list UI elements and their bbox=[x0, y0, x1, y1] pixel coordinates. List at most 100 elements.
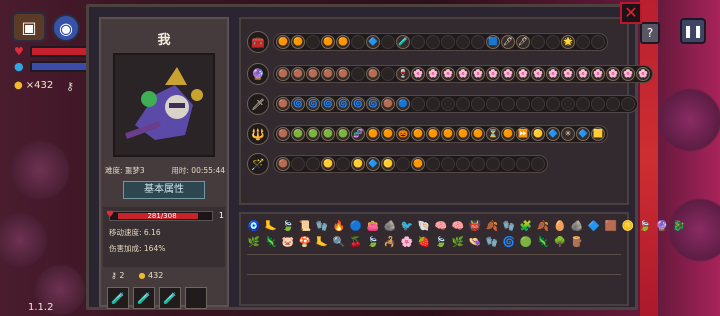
rune-slot[interactable] bbox=[516, 97, 530, 111]
rune-slot[interactable]: 🟤 bbox=[306, 67, 320, 81]
collected-item[interactable]: 🍓 bbox=[417, 236, 431, 250]
collected-item[interactable]: 🍂 bbox=[485, 220, 499, 234]
collected-item[interactable]: 🦶 bbox=[315, 236, 329, 250]
rune-slot[interactable]: 🟦 bbox=[486, 35, 500, 49]
rune-slot[interactable]: 🌀 bbox=[351, 97, 365, 111]
collected-item[interactable]: 🔮 bbox=[655, 220, 669, 234]
rune-slot[interactable]: 🍷 bbox=[396, 67, 410, 81]
rune-slot[interactable] bbox=[471, 35, 485, 49]
rune-slot[interactable] bbox=[411, 97, 425, 111]
rune-slot[interactable] bbox=[441, 97, 455, 111]
weapon-head-slot[interactable]: 🧰 bbox=[247, 31, 269, 53]
weapon-head-slot[interactable]: 🪄 bbox=[247, 153, 269, 175]
collected-item[interactable]: 🍂 bbox=[536, 220, 550, 234]
collected-item[interactable]: 🍃 bbox=[638, 220, 652, 234]
collected-item[interactable]: 🧤 bbox=[315, 220, 329, 234]
weapon-head-slot[interactable]: 🗡 bbox=[247, 93, 269, 115]
rune-slot[interactable]: 🌸 bbox=[531, 67, 545, 81]
rune-slot[interactable]: ✳ bbox=[561, 127, 575, 141]
rune-slot[interactable]: 🟠 bbox=[291, 35, 305, 49]
rune-slot[interactable]: 🌸 bbox=[621, 67, 635, 81]
rune-slot[interactable]: 🟡 bbox=[381, 157, 395, 171]
rune-slot[interactable]: 🟠 bbox=[456, 127, 470, 141]
rune-slot[interactable] bbox=[546, 35, 560, 49]
tab-basic-attributes[interactable]: 基本属性 bbox=[123, 181, 205, 199]
collected-item[interactable]: 🌿 bbox=[451, 236, 465, 250]
inventory-chest-button[interactable]: ▣ bbox=[12, 12, 46, 42]
rune-slot[interactable] bbox=[486, 97, 500, 111]
rune-slot[interactable] bbox=[486, 157, 500, 171]
collected-item[interactable]: 🧠 bbox=[434, 220, 448, 234]
rune-slot[interactable] bbox=[351, 35, 365, 49]
rune-slot[interactable] bbox=[471, 97, 485, 111]
rune-slot[interactable]: 🔵 bbox=[396, 97, 410, 111]
rune-slot[interactable]: 🌀 bbox=[366, 97, 380, 111]
potion-slot[interactable]: 🧪 bbox=[107, 287, 129, 309]
rune-slot[interactable]: 🟡 bbox=[351, 157, 365, 171]
rune-slot[interactable] bbox=[546, 97, 560, 111]
collected-item[interactable]: 🧿 bbox=[247, 220, 261, 234]
rune-slot[interactable] bbox=[351, 67, 365, 81]
rune-slot[interactable] bbox=[306, 157, 320, 171]
rune-slot[interactable]: 🟤 bbox=[276, 157, 290, 171]
rune-slot[interactable] bbox=[456, 35, 470, 49]
rune-slot[interactable]: 🌸 bbox=[561, 67, 575, 81]
rune-slot[interactable]: 🌸 bbox=[576, 67, 590, 81]
rune-slot[interactable]: 🌸 bbox=[456, 67, 470, 81]
collected-item[interactable]: 🐚 bbox=[417, 220, 431, 234]
collected-item[interactable]: 🥚 bbox=[553, 220, 567, 234]
rune-slot[interactable]: 🌀 bbox=[306, 97, 320, 111]
collected-item[interactable]: 👹 bbox=[468, 220, 482, 234]
rune-slot[interactable] bbox=[381, 67, 395, 81]
rune-slot[interactable]: 🟠 bbox=[276, 35, 290, 49]
rune-slot[interactable]: 🌸 bbox=[606, 67, 620, 81]
collected-item[interactable]: 🪨 bbox=[383, 220, 397, 234]
rune-slot[interactable] bbox=[441, 35, 455, 49]
collected-item[interactable]: 🪵 bbox=[570, 236, 584, 250]
collected-item[interactable]: 🐦 bbox=[400, 220, 414, 234]
collected-item[interactable]: 🔍 bbox=[332, 236, 346, 250]
rune-slot[interactable]: 🌸 bbox=[426, 67, 440, 81]
potion-slot[interactable]: 🧪 bbox=[159, 287, 181, 309]
collected-item[interactable]: 🧤 bbox=[502, 220, 516, 234]
rune-slot[interactable]: 🧬 bbox=[351, 127, 365, 141]
collected-item[interactable]: 🌀 bbox=[502, 236, 516, 250]
collected-item[interactable]: 🦂 bbox=[383, 236, 397, 250]
rune-slot[interactable]: 🌸 bbox=[501, 67, 515, 81]
rune-slot[interactable] bbox=[576, 97, 590, 111]
rune-slot[interactable]: 🌸 bbox=[636, 67, 650, 81]
rune-slot[interactable]: 🟠 bbox=[321, 35, 335, 49]
collected-item[interactable]: 🍃 bbox=[366, 236, 380, 250]
rune-slot[interactable]: 🟢 bbox=[291, 127, 305, 141]
rune-slot[interactable]: 🌀 bbox=[336, 97, 350, 111]
rune-slot[interactable]: 🟠 bbox=[336, 35, 350, 49]
rune-slot[interactable]: 🟢 bbox=[336, 127, 350, 141]
pause-button[interactable]: ❚❚ bbox=[680, 18, 706, 44]
collected-item[interactable]: 🍒 bbox=[349, 236, 363, 250]
rune-slot[interactable] bbox=[336, 157, 350, 171]
rune-slot[interactable] bbox=[501, 97, 515, 111]
rune-slot[interactable] bbox=[426, 35, 440, 49]
rune-slot[interactable]: 🧪 bbox=[396, 35, 410, 49]
weapon-head-slot[interactable]: 🔱 bbox=[247, 123, 269, 145]
rune-slot[interactable] bbox=[441, 157, 455, 171]
rune-slot[interactable] bbox=[621, 97, 635, 111]
rune-slot[interactable]: 🌸 bbox=[516, 67, 530, 81]
rune-slot[interactable] bbox=[456, 157, 470, 171]
rune-slot[interactable] bbox=[501, 157, 515, 171]
rune-slot[interactable] bbox=[306, 35, 320, 49]
rune-slot[interactable]: 🟡 bbox=[321, 157, 335, 171]
rune-slot[interactable]: 🟠 bbox=[501, 127, 515, 141]
rune-slot[interactable] bbox=[516, 157, 530, 171]
rune-slot[interactable]: 🟨 bbox=[591, 127, 605, 141]
collected-item[interactable]: 🦶 bbox=[264, 220, 278, 234]
collected-item[interactable]: 🦎 bbox=[264, 236, 278, 250]
rune-slot[interactable]: 🟠 bbox=[426, 127, 440, 141]
rune-slot[interactable]: 🟤 bbox=[321, 67, 335, 81]
collected-item[interactable]: 🍃 bbox=[434, 236, 448, 250]
collected-item[interactable]: 🔵 bbox=[349, 220, 363, 234]
rune-slot[interactable] bbox=[591, 35, 605, 49]
rune-slot[interactable]: 🌸 bbox=[441, 67, 455, 81]
collected-item[interactable]: 🌳 bbox=[553, 236, 567, 250]
rune-slot[interactable]: 🌸 bbox=[546, 67, 560, 81]
